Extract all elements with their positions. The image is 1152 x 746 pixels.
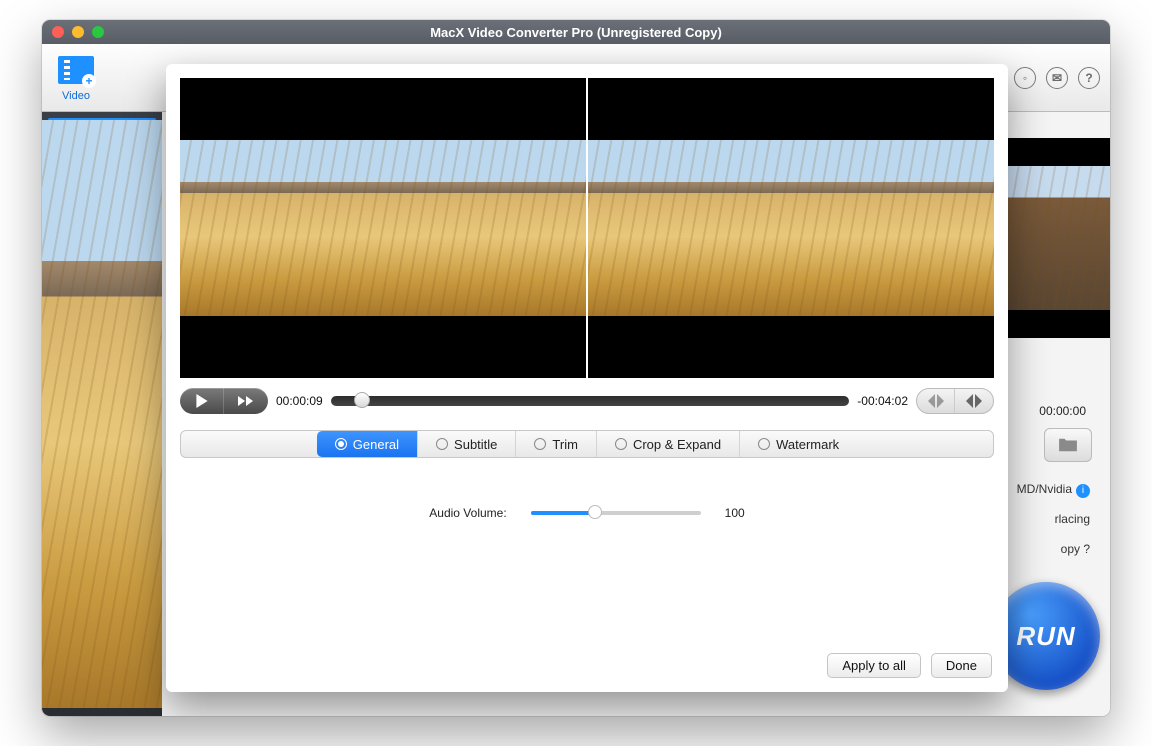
- fast-forward-icon: [238, 395, 254, 407]
- apply-to-all-button[interactable]: Apply to all: [827, 653, 921, 678]
- run-button[interactable]: RUN: [992, 582, 1100, 690]
- tab-general[interactable]: General: [317, 431, 418, 457]
- video-plus-icon: [58, 56, 94, 84]
- radio-icon: [335, 438, 347, 450]
- help-icon[interactable]: ?: [1078, 67, 1100, 89]
- flip-horizontal-button[interactable]: [917, 389, 955, 413]
- tab-trim[interactable]: Trim: [516, 431, 597, 457]
- preview-row: [166, 64, 1008, 384]
- info-icon: i: [1076, 484, 1090, 498]
- flip-controls: [916, 388, 994, 414]
- preview-result: [588, 78, 994, 378]
- radio-icon: [534, 438, 546, 450]
- audio-volume-value: 100: [725, 506, 745, 520]
- traffic-lights: [52, 26, 104, 38]
- radio-icon: [436, 438, 448, 450]
- playback-row: 00:00:09 -00:04:02: [166, 384, 1008, 424]
- mail-icon[interactable]: ✉: [1046, 67, 1068, 89]
- open-output-folder-button[interactable]: [1044, 428, 1092, 462]
- tab-crop-expand[interactable]: Crop & Expand: [597, 431, 740, 457]
- add-video-button[interactable]: Video: [48, 52, 104, 104]
- minimize-window-button[interactable]: [72, 26, 84, 38]
- seek-knob[interactable]: [354, 392, 370, 408]
- edit-sheet: 00:00:09 -00:04:02 General Subtitle Trim…: [166, 64, 1008, 692]
- tab-watermark[interactable]: Watermark: [740, 431, 857, 457]
- flip-v-icon: [966, 394, 982, 408]
- sheet-footer: Apply to all Done: [827, 653, 992, 678]
- clip-list: [42, 112, 162, 716]
- done-button[interactable]: Done: [931, 653, 992, 678]
- playback-controls: [180, 388, 268, 414]
- general-panel: Audio Volume: 100: [166, 458, 1008, 568]
- audio-volume-label: Audio Volume:: [429, 506, 506, 520]
- radio-icon: [615, 438, 627, 450]
- radio-icon: [758, 438, 770, 450]
- fast-forward-button[interactable]: [224, 388, 268, 414]
- option-deinterlace[interactable]: rlacing: [1055, 512, 1090, 526]
- audio-volume-slider[interactable]: [531, 511, 701, 515]
- close-window-button[interactable]: [52, 26, 64, 38]
- tab-bar: General Subtitle Trim Crop & Expand Wate…: [180, 430, 994, 458]
- add-video-label: Video: [62, 90, 90, 102]
- time-remaining: -00:04:02: [857, 394, 908, 408]
- preview-original: [180, 78, 586, 378]
- flip-vertical-button[interactable]: [955, 389, 993, 413]
- slider-fill: [531, 511, 596, 515]
- folder-icon: [1057, 437, 1079, 453]
- time-elapsed: 00:00:09: [276, 394, 323, 408]
- play-button[interactable]: [180, 388, 224, 414]
- account-icon[interactable]: ◦: [1014, 67, 1036, 89]
- titlebar: MacX Video Converter Pro (Unregistered C…: [42, 20, 1110, 44]
- flip-h-icon: [928, 394, 944, 408]
- app-window: MacX Video Converter Pro (Unregistered C…: [42, 20, 1110, 716]
- zoom-window-button[interactable]: [92, 26, 104, 38]
- option-autocopy[interactable]: opy ?: [1061, 542, 1090, 556]
- tab-subtitle[interactable]: Subtitle: [418, 431, 516, 457]
- option-hwaccel[interactable]: MD/Nvidiai: [1017, 482, 1090, 498]
- window-title: MacX Video Converter Pro (Unregistered C…: [42, 25, 1110, 40]
- run-label: RUN: [1016, 621, 1075, 652]
- seek-bar[interactable]: [331, 396, 850, 406]
- output-time: 00:00:00: [1039, 404, 1086, 418]
- play-icon: [195, 394, 209, 408]
- slider-knob[interactable]: [588, 505, 602, 519]
- clip-thumbnail[interactable]: [48, 118, 156, 178]
